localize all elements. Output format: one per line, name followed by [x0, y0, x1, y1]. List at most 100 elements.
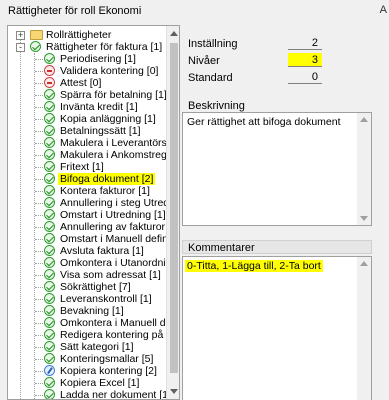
tree-item-label: Periodisering [1] [60, 53, 136, 65]
tree-guide-line [35, 191, 43, 192]
check-icon [44, 281, 55, 292]
tree-item-label: Avsluta faktura [1] [60, 245, 144, 257]
nivaer-field[interactable]: 3 [288, 53, 322, 67]
tree-guide-line [35, 227, 43, 228]
tree-item-label: Rättigheter för faktura [1] [46, 41, 163, 53]
tree-item[interactable]: Avsluta faktura [1] [8, 245, 166, 257]
tree-item[interactable]: Makulera i Leverantörsregistret [ [8, 137, 166, 149]
beskrivning-scroll-down-icon[interactable] [360, 216, 368, 221]
scroll-up-arrow-icon[interactable] [170, 31, 178, 36]
corner-letter: A [379, 4, 387, 16]
tree-item[interactable]: Attest [0] [8, 77, 166, 89]
check-icon [44, 197, 55, 208]
beskrivning-scroll-up-icon[interactable] [360, 117, 368, 122]
installning-field[interactable]: 2 [288, 36, 322, 50]
tree-guide-line [35, 299, 43, 300]
standard-label: Standard [188, 72, 233, 84]
tree-item[interactable]: Kopia anläggning [1] [8, 113, 166, 125]
tree-item[interactable]: Kopiera kontering [2] [8, 365, 166, 377]
kommentarer-label: Kommentarer [188, 242, 255, 254]
tree-item-label: Kontera fakturor [1] [60, 185, 150, 197]
tree-item[interactable]: Fritext [1] [8, 161, 166, 173]
check-icon [44, 269, 55, 280]
expand-icon[interactable]: + [16, 31, 25, 40]
tree-guide-line [35, 83, 43, 84]
scroll-down-arrow-icon[interactable] [170, 389, 178, 394]
minus-icon [44, 77, 55, 88]
tree-item[interactable]: Kontera fakturor [1] [8, 185, 166, 197]
tree-item-label: Annullering i steg Utredning [1] [60, 197, 166, 209]
check-icon [44, 245, 55, 256]
pen-icon [44, 365, 55, 376]
tree-item[interactable]: Bifoga dokument [2] [8, 173, 166, 185]
tree-item[interactable]: Betalningssätt [1] [8, 125, 166, 137]
tree-guide-line [35, 335, 43, 336]
check-icon [44, 389, 55, 399]
tree-guide-line [35, 59, 43, 60]
nivaer-label: Nivåer [188, 55, 220, 67]
tree-item-label: Ladda ner dokument [1] [60, 389, 166, 400]
tree-item[interactable]: Konteringsmallar [5] [8, 353, 166, 365]
tree-item[interactable]: Omstart i Manuell definitivbokning [8, 233, 166, 245]
check-icon [44, 221, 55, 232]
tree-item-label: Validera kontering [0] [60, 65, 159, 77]
tree-item[interactable]: Ladda ner dokument [1] [8, 389, 166, 400]
tree-item-label: Annullering av fakturor i steget M [60, 221, 166, 233]
tree-item[interactable]: Validera kontering [0] [8, 65, 166, 77]
check-icon [44, 149, 55, 160]
standard-field[interactable]: 0 [288, 70, 322, 84]
tree-item[interactable]: Leveranskontroll [1] [8, 293, 166, 305]
tree-item[interactable]: - Rättigheter för faktura [1] [8, 41, 166, 53]
tree-item-label: Sökrättighet [7] [60, 281, 131, 293]
tree-item[interactable]: Omkontera i Utanordning [1] [8, 257, 166, 269]
tree-item-label: Betalningssätt [1] [60, 125, 141, 137]
check-icon [44, 125, 55, 136]
tree-item[interactable]: Annullering av fakturor i steget M [8, 221, 166, 233]
beskrivning-text: Ger rättighet att bifoga dokument [187, 116, 341, 128]
tree-item-label: Kopiera Excel [1] [60, 377, 140, 389]
tree-item[interactable]: Spärra för betalning [1] [8, 89, 166, 101]
tree-item[interactable]: + Rollrättigheter [8, 29, 166, 41]
tree-item[interactable]: Kopiera Excel [1] [8, 377, 166, 389]
tree-item[interactable]: Makulera i Ankomstregistrering [1 [8, 149, 166, 161]
kommentarer-textarea[interactable]: 0-Titta, 1-Lägga till, 2-Ta bort [182, 256, 372, 400]
tree-item[interactable]: Sätt kategori [1] [8, 341, 166, 353]
beskrivning-label: Beskrivning [188, 100, 245, 112]
check-icon [44, 89, 55, 100]
kommentarer-scroll-up-icon[interactable] [360, 261, 368, 266]
beskrivning-scrollbar[interactable] [357, 113, 371, 225]
tree-item-label: Leveranskontroll [1] [60, 293, 152, 305]
tree-guide-line [35, 371, 43, 372]
tree-guide-line [35, 347, 43, 348]
tree-item-label: Sätt kategori [1] [60, 341, 134, 353]
collapse-icon[interactable]: - [16, 43, 25, 52]
tree-guide-line [35, 71, 43, 72]
tree-item-label: Fritext [1] [60, 161, 104, 173]
tree-item[interactable]: Bevakning [1] [8, 305, 166, 317]
permission-tree[interactable]: + Rollrättigheter - Rättigheter för faktura… [7, 25, 180, 400]
tree-item[interactable]: Periodisering [1] [8, 53, 166, 65]
tree-guide-line [35, 107, 43, 108]
tree-item[interactable]: Annullering i steg Utredning [1] [8, 197, 166, 209]
tree-guide-line [35, 383, 43, 384]
tree-item[interactable]: Omkontera i Manuell definitivboki [8, 317, 166, 329]
tree-item-label: Spärra för betalning [1] [60, 89, 166, 101]
check-icon [44, 161, 55, 172]
installning-label: Inställning [188, 38, 238, 50]
tree-item-label: Konteringsmallar [5] [60, 353, 154, 365]
tree-scrollbar[interactable] [166, 26, 179, 399]
scroll-thumb[interactable] [170, 43, 178, 373]
tree-guide-line [35, 251, 43, 252]
tree-item-label: Visa som adressat [1] [60, 269, 161, 281]
tree-item-label: Omkontera i Manuell definitivboki [60, 317, 166, 329]
tree-item[interactable]: Sökrättighet [7] [8, 281, 166, 293]
tree-item[interactable]: Redigera kontering på låsta konte [8, 329, 166, 341]
tree-guide-line [35, 239, 43, 240]
kommentarer-text: 0-Titta, 1-Lägga till, 2-Ta bort [185, 260, 323, 272]
beskrivning-textarea[interactable]: Ger rättighet att bifoga dokument [182, 112, 372, 226]
folder-icon [30, 30, 43, 40]
tree-item[interactable]: Visa som adressat [1] [8, 269, 166, 281]
tree-item[interactable]: Omstart i Utredning [1] [8, 209, 166, 221]
kommentarer-scrollbar[interactable] [357, 257, 371, 400]
tree-item[interactable]: Invänta kredit [1] [8, 101, 166, 113]
